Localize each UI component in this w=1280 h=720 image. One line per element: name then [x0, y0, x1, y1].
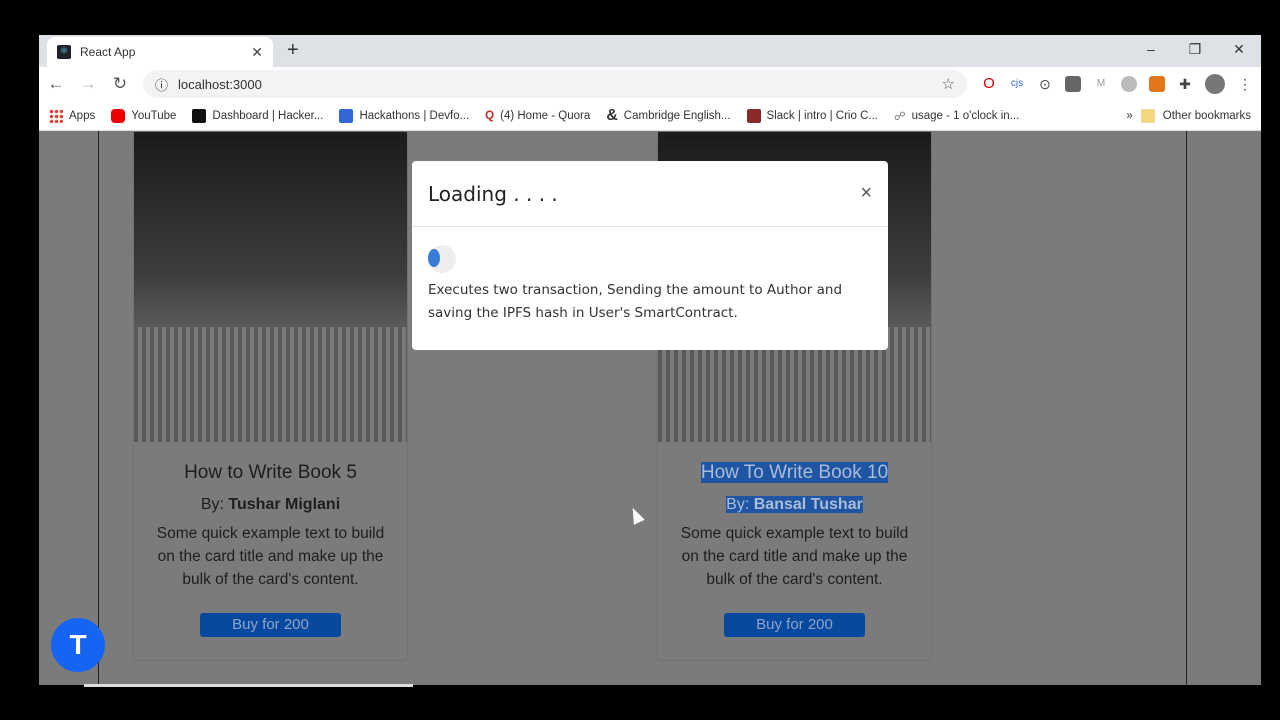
bookmark-label: YouTube: [131, 109, 177, 122]
bookmark-usage[interactable]: ☍ usage - 1 o'clock in...: [894, 109, 1019, 123]
quora-icon: Q: [485, 109, 495, 122]
other-bookmarks[interactable]: Other bookmarks: [1163, 110, 1251, 122]
by-label: By:: [726, 496, 750, 513]
youtube-icon: [111, 108, 126, 123]
card-text: Some quick example text to build on the …: [156, 525, 385, 588]
book-card: How to Write Book 5 By: Tushar Miglani S…: [133, 131, 408, 661]
bookmark-cambridge[interactable]: & Cambridge English...: [606, 107, 730, 125]
bookmark-slack[interactable]: Slack | intro | Crio C...: [746, 108, 878, 123]
bookmark-quora[interactable]: Q (4) Home - Quora: [485, 110, 590, 122]
link-icon: ☍: [893, 110, 906, 123]
bookmarks-bar: Apps YouTube Dashboard | Hacker... Hacka…: [39, 101, 1261, 131]
bookmark-label: (4) Home - Quora: [500, 109, 591, 122]
folder-icon: [1140, 108, 1155, 123]
bookmark-hackathons[interactable]: Hackathons | Devfo...: [339, 108, 470, 123]
tab-react-app[interactable]: ⚛ React App ✕: [47, 37, 273, 67]
card-title: How To Write Book 10: [700, 462, 889, 483]
react-icon: ⚛: [57, 45, 71, 59]
bookmark-label: Cambridge English...: [623, 109, 731, 122]
extensions-puzzle-icon[interactable]: ✚: [1177, 76, 1193, 92]
clock-icon[interactable]: ⊙: [1037, 76, 1053, 92]
bookmark-dashboard[interactable]: Dashboard | Hacker...: [192, 108, 324, 123]
loading-modal: Loading . . . . × Executes two transacti…: [412, 161, 888, 350]
browser-window: ⚛ React App ✕ + – ❐ ✕ ← → ↻ ⓘ localhost:…: [39, 35, 1261, 685]
spinner-icon: [428, 245, 456, 273]
modal-message: Executes two transaction, Sending the am…: [428, 282, 843, 321]
avatar[interactable]: [1205, 74, 1225, 94]
apps-grid-icon: [49, 108, 63, 123]
minimize-icon[interactable]: –: [1129, 35, 1173, 63]
bookmark-label: Hackathons | Devfo...: [359, 109, 470, 122]
metamask-icon[interactable]: [1149, 76, 1165, 92]
by-label: By:: [200, 496, 224, 513]
ampersand-icon: &: [606, 106, 618, 124]
tab-bar: ⚛ React App ✕ + – ❐ ✕: [39, 35, 1261, 67]
bookmark-star-icon[interactable]: ☆: [942, 75, 955, 93]
url-text: localhost:3000: [178, 76, 262, 92]
horizontal-scrollbar[interactable]: [84, 684, 413, 687]
bookmark-label: Apps: [69, 109, 96, 122]
buy-button[interactable]: Buy for 200: [724, 613, 865, 637]
menu-icon[interactable]: ⋮: [1237, 76, 1253, 92]
card-author: Bansal Tushar: [753, 496, 863, 513]
new-tab-icon[interactable]: +: [287, 39, 299, 62]
opera-icon[interactable]: O: [981, 76, 997, 92]
forward-icon[interactable]: →: [79, 74, 97, 94]
card-author: Tushar Miglani: [228, 496, 341, 513]
close-tab-icon[interactable]: ✕: [251, 44, 263, 61]
info-icon: ⓘ: [155, 77, 169, 93]
toolbar: ← → ↻ ⓘ localhost:3000 ☆ O cjs ⊙ M ✚ ⋮: [39, 67, 1261, 101]
card-image: [134, 132, 407, 442]
more-bookmarks-icon[interactable]: »: [1126, 110, 1132, 122]
bookmark-label: Slack | intro | Crio C...: [766, 109, 878, 122]
cjs-icon[interactable]: cjs: [1009, 76, 1025, 92]
bookmark-label: usage - 1 o'clock in...: [911, 109, 1020, 122]
bookmark-youtube[interactable]: YouTube: [111, 108, 177, 123]
gmail-icon[interactable]: M: [1093, 76, 1109, 92]
back-icon[interactable]: ←: [47, 74, 65, 94]
bookmark-apps[interactable]: Apps: [49, 108, 96, 123]
floating-app-button[interactable]: T: [51, 618, 105, 672]
bookmark-label: Dashboard | Hacker...: [212, 109, 324, 122]
card-title: How to Write Book 5: [184, 462, 357, 483]
extension-square-icon[interactable]: [1065, 76, 1081, 92]
buy-button[interactable]: Buy for 200: [200, 613, 341, 637]
restore-icon[interactable]: ❐: [1173, 35, 1217, 63]
card-text: Some quick example text to build on the …: [680, 525, 909, 588]
tab-title: React App: [80, 45, 136, 59]
devfolio-icon: [339, 108, 354, 123]
modal-title: Loading . . . .: [428, 181, 558, 206]
close-icon[interactable]: ×: [860, 182, 872, 205]
circle-extension-icon[interactable]: [1121, 76, 1137, 92]
hackerearth-icon: [192, 108, 207, 123]
close-window-icon[interactable]: ✕: [1217, 35, 1261, 63]
slack-icon: [746, 108, 761, 123]
reload-icon[interactable]: ↻: [111, 74, 129, 94]
address-bar[interactable]: ⓘ localhost:3000 ☆: [143, 70, 967, 98]
